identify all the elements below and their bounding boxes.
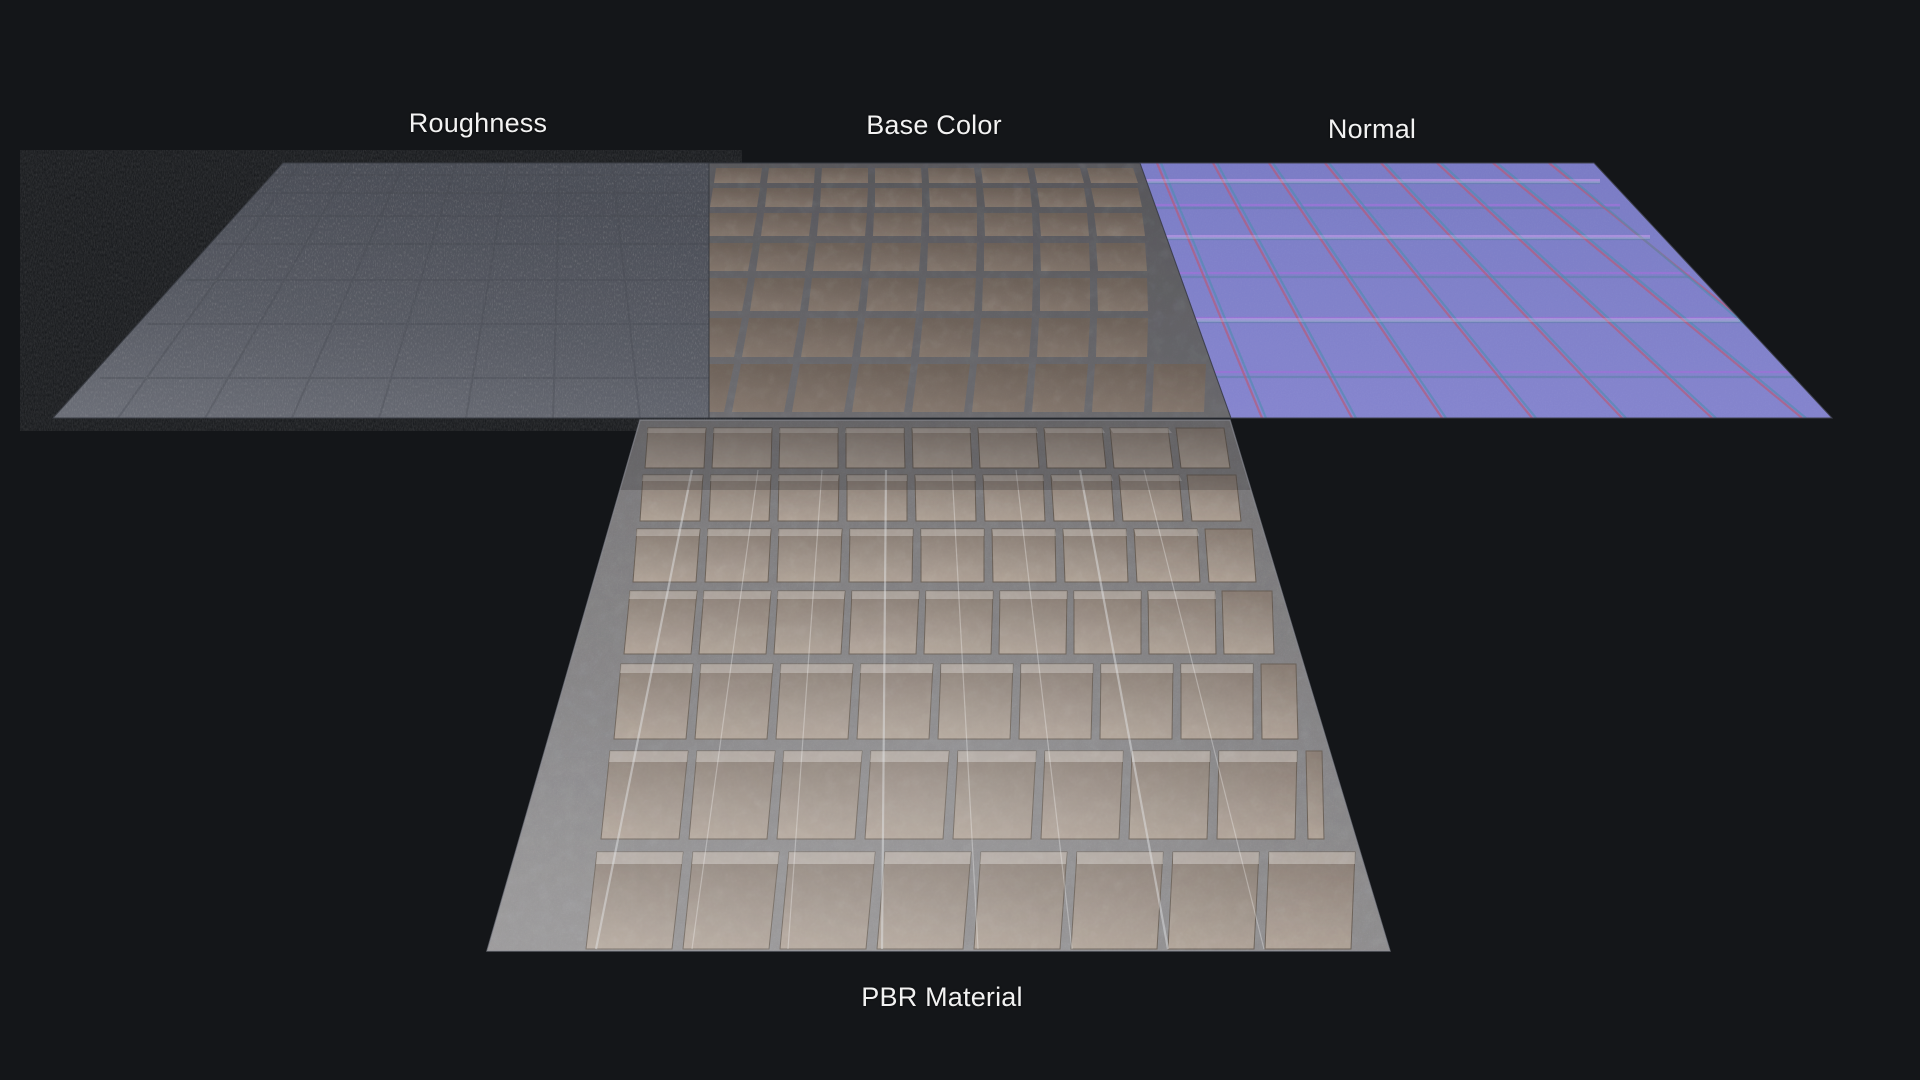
plane-base-color[interactable] [672, 162, 1232, 419]
label-pbr-material: PBR Material [861, 982, 1023, 1012]
material-preview-render [0, 0, 1920, 1080]
scene-viewport: Roughness Base Color Normal PBR Material [0, 0, 1920, 1080]
label-base-color: Base Color [866, 110, 1002, 140]
label-normal: Normal [1327, 114, 1417, 144]
label-roughness: Roughness [408, 108, 548, 138]
